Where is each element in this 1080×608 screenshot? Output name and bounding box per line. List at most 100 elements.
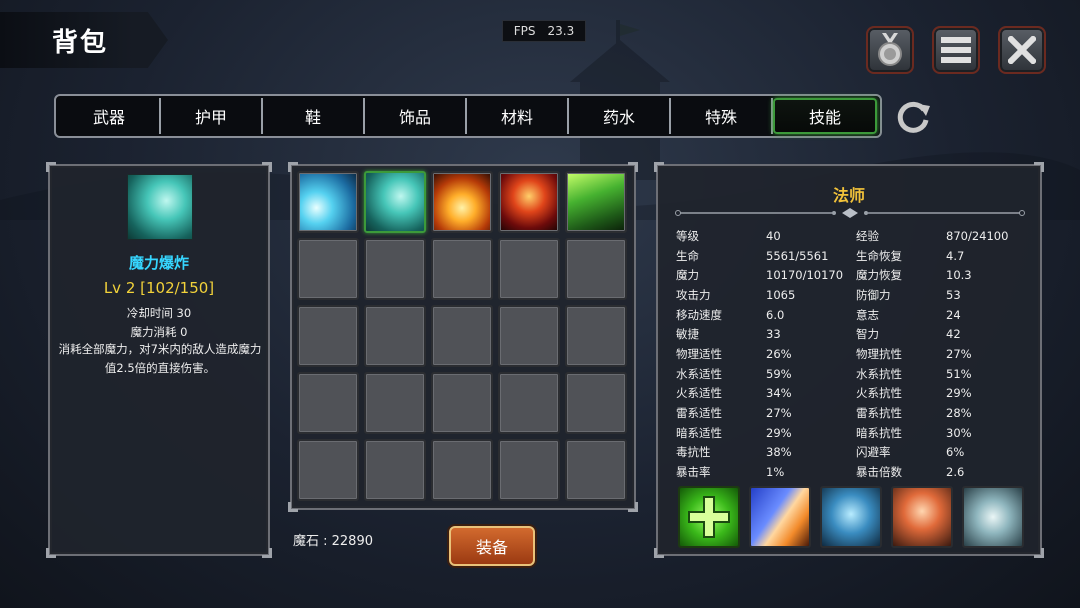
tab-special[interactable]: 特殊 <box>671 98 773 134</box>
empty-slot[interactable] <box>364 439 426 501</box>
stat-label: 暴击率 <box>676 465 711 480</box>
stat-row: 火系适性 34% 火系抗性 29% <box>676 384 1036 404</box>
skill-level: Lv 2 [102/150] <box>103 279 215 297</box>
stat-label: 雷系适性 <box>676 406 722 421</box>
stat-label: 魔力 <box>676 268 699 283</box>
skill-cooldown: 冷却时间 30 <box>126 306 192 320</box>
stat-label: 等级 <box>676 228 699 243</box>
equipped-skill-slot[interactable] <box>678 486 740 548</box>
empty-slot[interactable] <box>297 439 359 501</box>
stats-table: 等级 40 经验 870/24100 生命 5561/5561 生命恢复 4.7 魔力 101… <box>676 226 1036 482</box>
stat-row: 水系适性 59% 水系抗性 51% <box>676 364 1036 384</box>
stat-label: 暴击倍数 <box>856 465 902 480</box>
empty-slot[interactable] <box>364 238 426 300</box>
equipped-skill-slot[interactable] <box>820 486 882 548</box>
empty-slot[interactable] <box>364 372 426 434</box>
empty-slot[interactable] <box>297 372 359 434</box>
empty-slot[interactable] <box>431 439 493 501</box>
empty-slot[interactable] <box>498 238 560 300</box>
tab-potion[interactable]: 药水 <box>569 98 671 134</box>
stat-label: 意志 <box>856 307 879 322</box>
stat-label: 智力 <box>856 327 879 342</box>
menu-button[interactable] <box>932 26 980 74</box>
tab-accessory[interactable]: 饰品 <box>365 98 467 134</box>
empty-slot[interactable] <box>431 372 493 434</box>
empty-slot[interactable] <box>565 439 627 501</box>
skill-slot[interactable] <box>498 171 560 233</box>
stat-value: 6.0 <box>766 307 785 322</box>
empty-slot[interactable] <box>565 372 627 434</box>
equipped-skill-slot[interactable] <box>962 486 1024 548</box>
stat-value: 10.3 <box>946 268 972 283</box>
stat-label: 火系适性 <box>676 386 722 401</box>
stat-label: 火系抗性 <box>856 386 902 401</box>
stat-row: 物理适性 26% 物理抗性 27% <box>676 344 1036 364</box>
empty-slot[interactable] <box>297 305 359 367</box>
skill-mana-cost: 魔力消耗 0 <box>130 325 188 339</box>
fps-value: 23.3 <box>547 24 575 38</box>
stat-label: 毒抗性 <box>676 445 711 460</box>
empty-slot[interactable] <box>565 305 627 367</box>
skill-slot[interactable] <box>297 171 359 233</box>
achievement-button[interactable] <box>866 26 914 74</box>
stat-row: 敏捷 33 智力 42 <box>676 324 1036 344</box>
stat-label: 移动速度 <box>676 307 722 322</box>
page-title: 背包 <box>52 28 109 58</box>
skill-slot[interactable] <box>431 171 493 233</box>
stat-label: 水系适性 <box>676 366 722 381</box>
tab-shoes[interactable]: 鞋 <box>263 98 365 134</box>
stat-value: 42 <box>946 327 961 342</box>
tab-skill[interactable]: 技能 <box>773 98 877 134</box>
stat-value: 34% <box>766 386 792 401</box>
stat-value: 27% <box>946 346 972 361</box>
stat-row: 移动速度 6.0 意志 24 <box>676 305 1036 325</box>
stat-value: 59% <box>766 366 792 381</box>
stat-row: 雷系适性 27% 雷系抗性 28% <box>676 403 1036 423</box>
stat-value: 28% <box>946 406 972 421</box>
stat-value: 4.7 <box>946 248 965 263</box>
skill-slot-selected[interactable] <box>364 171 426 233</box>
stat-row: 攻击力 1065 防御力 53 <box>676 285 1036 305</box>
fps-label: FPS <box>513 24 536 38</box>
stat-label: 物理适性 <box>676 346 722 361</box>
tab-weapon[interactable]: 武器 <box>59 98 161 134</box>
empty-slot[interactable] <box>565 238 627 300</box>
close-button[interactable] <box>998 26 1046 74</box>
stat-label: 物理抗性 <box>856 346 902 361</box>
tab-armor[interactable]: 护甲 <box>161 98 263 134</box>
equipped-skill-slot[interactable] <box>891 486 953 548</box>
empty-slot[interactable] <box>431 305 493 367</box>
empty-slot[interactable] <box>364 305 426 367</box>
empty-slot[interactable] <box>297 238 359 300</box>
stat-value: 38% <box>766 445 792 460</box>
fps-counter: FPS 23.3 <box>502 20 586 42</box>
stat-value: 26% <box>766 346 792 361</box>
empty-slot[interactable] <box>498 372 560 434</box>
stat-value: 40 <box>766 228 781 243</box>
stat-label: 防御力 <box>856 287 891 302</box>
stat-value: 5561/5561 <box>766 248 829 263</box>
stat-value: 29% <box>766 425 792 440</box>
skill-slot[interactable] <box>565 171 627 233</box>
stat-value: 1% <box>766 465 785 480</box>
empty-slot[interactable] <box>498 305 560 367</box>
stat-value: 33 <box>766 327 781 342</box>
empty-slot[interactable] <box>498 439 560 501</box>
refresh-icon[interactable] <box>894 98 932 136</box>
close-icon <box>1008 36 1036 64</box>
stat-value: 29% <box>946 386 972 401</box>
stat-label: 攻击力 <box>676 287 711 302</box>
stat-row: 等级 40 经验 870/24100 <box>676 226 1036 246</box>
skill-grid <box>297 171 629 501</box>
equipped-skill-slot[interactable] <box>749 486 811 548</box>
character-stats-panel: 法师 等级 40 经验 870/24100 生命 5561/5561 生命恢复 4.7 魔力… <box>654 162 1044 558</box>
skill-description: 消耗全部魔力，对7米内的敌人造成魔力值2.5倍的直接伤害。 <box>58 342 262 375</box>
stat-value: 27% <box>766 406 792 421</box>
stat-label: 生命恢复 <box>856 248 902 263</box>
stat-label: 魔力恢复 <box>856 268 902 283</box>
equip-button[interactable]: 装备 <box>449 526 535 566</box>
tab-material[interactable]: 材料 <box>467 98 569 134</box>
equipped-skill-bar <box>678 486 1024 548</box>
stat-row: 暗系适性 29% 暗系抗性 30% <box>676 423 1036 443</box>
empty-slot[interactable] <box>431 238 493 300</box>
